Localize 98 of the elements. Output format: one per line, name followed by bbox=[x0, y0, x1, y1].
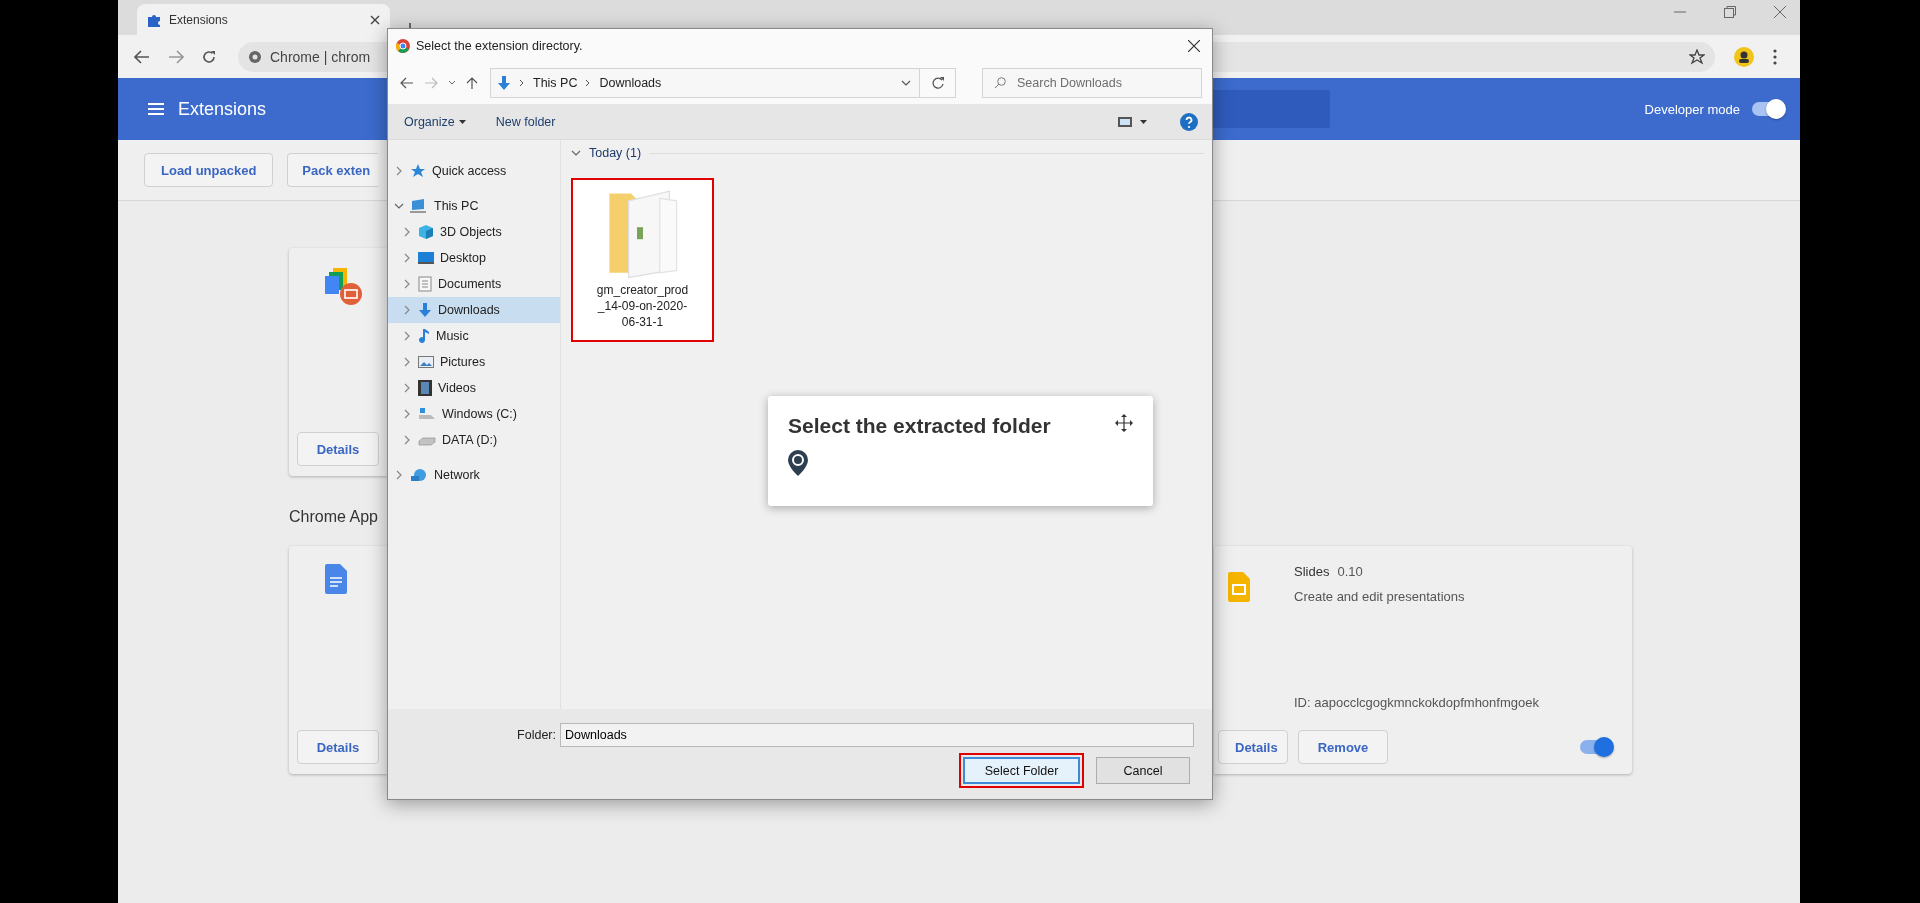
browser-tab[interactable]: Extensions bbox=[137, 4, 390, 35]
pin-icon bbox=[788, 450, 808, 476]
help-icon[interactable] bbox=[1180, 112, 1198, 131]
organize-menu[interactable]: Organize bbox=[402, 112, 468, 131]
details-button[interactable]: Details bbox=[297, 730, 379, 764]
music-note-icon bbox=[418, 328, 430, 344]
tree-item[interactable]: DATA (D:) bbox=[388, 427, 560, 453]
restore-icon[interactable] bbox=[1724, 6, 1736, 18]
group-header[interactable]: Today (1) bbox=[589, 146, 642, 160]
app-id: ID: aapocclcgogkmnckokdopfmhonfmgoek bbox=[1294, 695, 1540, 710]
tree-item[interactable]: Documents bbox=[388, 271, 560, 297]
tree-item[interactable]: Pictures bbox=[388, 349, 560, 375]
details-button[interactable]: Details bbox=[297, 432, 379, 466]
search-icon bbox=[994, 77, 1006, 89]
breadcrumb[interactable]: This PC bbox=[533, 76, 578, 90]
select-folder-button[interactable]: Select Folder bbox=[963, 757, 1080, 784]
chevron-right-icon[interactable] bbox=[402, 383, 412, 393]
film-icon bbox=[418, 380, 432, 396]
chevron-right-icon bbox=[519, 79, 525, 87]
cube-icon bbox=[418, 224, 434, 240]
forward-icon[interactable] bbox=[168, 49, 184, 64]
search-field[interactable]: Search Downloads bbox=[982, 68, 1202, 98]
menu-icon[interactable] bbox=[148, 102, 164, 116]
chevron-right-icon[interactable] bbox=[402, 409, 412, 419]
chevron-down-icon[interactable] bbox=[448, 79, 456, 87]
site-icon bbox=[248, 49, 262, 64]
back-icon[interactable] bbox=[400, 77, 414, 89]
menu-icon[interactable] bbox=[1773, 48, 1777, 65]
document-icon bbox=[418, 276, 432, 292]
breadcrumb[interactable]: Downloads bbox=[599, 76, 662, 90]
download-icon bbox=[418, 302, 432, 318]
app-description: Create and edit presentations bbox=[1294, 589, 1466, 604]
network-icon bbox=[410, 467, 428, 483]
slides-icon bbox=[1228, 572, 1250, 602]
toggle-switch[interactable] bbox=[1752, 102, 1784, 116]
chevron-down-icon[interactable] bbox=[394, 201, 404, 211]
tree-item[interactable]: Quick access bbox=[388, 158, 560, 184]
app-icon bbox=[325, 266, 365, 308]
chevron-right-icon[interactable] bbox=[402, 279, 412, 289]
star-icon[interactable] bbox=[1689, 48, 1705, 65]
page-title: Extensions bbox=[178, 98, 267, 120]
tree-item[interactable]: 3D Objects bbox=[388, 219, 560, 245]
caret-icon bbox=[458, 119, 466, 124]
chevron-right-icon[interactable] bbox=[402, 305, 412, 315]
move-icon bbox=[1115, 414, 1133, 432]
details-button[interactable]: Details bbox=[1218, 730, 1288, 764]
chevron-right-icon[interactable] bbox=[402, 357, 412, 367]
tree-item[interactable]: This PC bbox=[388, 193, 560, 219]
chevron-right-icon[interactable] bbox=[402, 435, 412, 445]
folder-field[interactable]: Downloads bbox=[560, 723, 1194, 747]
folder-item[interactable]: gm_creator_prod_14-09-on-2020-06-31-1 bbox=[571, 178, 714, 342]
remove-button[interactable]: Remove bbox=[1298, 730, 1388, 764]
download-icon bbox=[497, 75, 511, 91]
tree-item[interactable]: Desktop bbox=[388, 245, 560, 271]
desktop-icon bbox=[418, 251, 434, 265]
folder-name: gm_creator_prod_14-09-on-2020-06-31-1 bbox=[595, 282, 690, 330]
picture-icon bbox=[418, 355, 434, 369]
app-icon bbox=[396, 38, 410, 53]
action-button[interactable]: Pack exten bbox=[287, 153, 379, 187]
star-icon bbox=[410, 163, 426, 179]
tree-item[interactable]: Windows (C:) bbox=[388, 401, 560, 427]
up-arrow-icon[interactable] bbox=[466, 76, 478, 90]
back-icon[interactable] bbox=[134, 49, 150, 64]
close-icon[interactable] bbox=[370, 14, 380, 25]
close-icon[interactable] bbox=[1188, 39, 1200, 52]
chevron-right-icon[interactable] bbox=[402, 227, 412, 237]
toggle-switch[interactable] bbox=[1580, 740, 1612, 754]
computer-icon bbox=[410, 198, 428, 214]
chevron-right-icon[interactable] bbox=[402, 331, 412, 341]
section-heading: Chrome App bbox=[289, 508, 379, 526]
drive-icon bbox=[418, 407, 436, 421]
app-name: Slides bbox=[1294, 564, 1330, 579]
tree-item[interactable]: Downloads bbox=[388, 297, 560, 323]
document-icon bbox=[325, 564, 347, 594]
chevron-right-icon[interactable] bbox=[394, 166, 404, 176]
address-field[interactable]: This PC Downloads bbox=[490, 68, 920, 98]
avatar-icon[interactable] bbox=[1733, 45, 1755, 68]
reload-icon[interactable] bbox=[202, 49, 216, 64]
refresh-icon bbox=[930, 76, 945, 90]
app-version: 0.10 bbox=[1337, 564, 1363, 579]
chevron-down-icon[interactable] bbox=[901, 79, 911, 87]
chevron-right-icon[interactable] bbox=[394, 470, 404, 480]
new-folder-button[interactable]: New folder bbox=[493, 112, 558, 131]
action-button[interactable]: Load unpacked bbox=[144, 153, 274, 187]
chevron-right-icon[interactable] bbox=[402, 253, 412, 263]
field-label: Folder: bbox=[517, 728, 556, 742]
tree-item[interactable]: Network bbox=[388, 462, 560, 488]
developer-mode-label: Developer mode bbox=[1644, 101, 1740, 117]
tree-item[interactable]: Music bbox=[388, 323, 560, 349]
dialog-title: Select the extension directory. bbox=[416, 38, 584, 53]
tree-item[interactable]: Videos bbox=[388, 375, 560, 401]
puzzle-icon bbox=[147, 12, 161, 27]
view-icon[interactable] bbox=[1118, 115, 1148, 128]
cancel-button[interactable]: Cancel bbox=[1096, 757, 1190, 784]
refresh-button[interactable] bbox=[920, 68, 956, 98]
callout-text: Select the extracted folder bbox=[788, 414, 1051, 438]
chevron-down-icon[interactable] bbox=[571, 148, 581, 158]
chevron-right-icon bbox=[585, 79, 592, 87]
